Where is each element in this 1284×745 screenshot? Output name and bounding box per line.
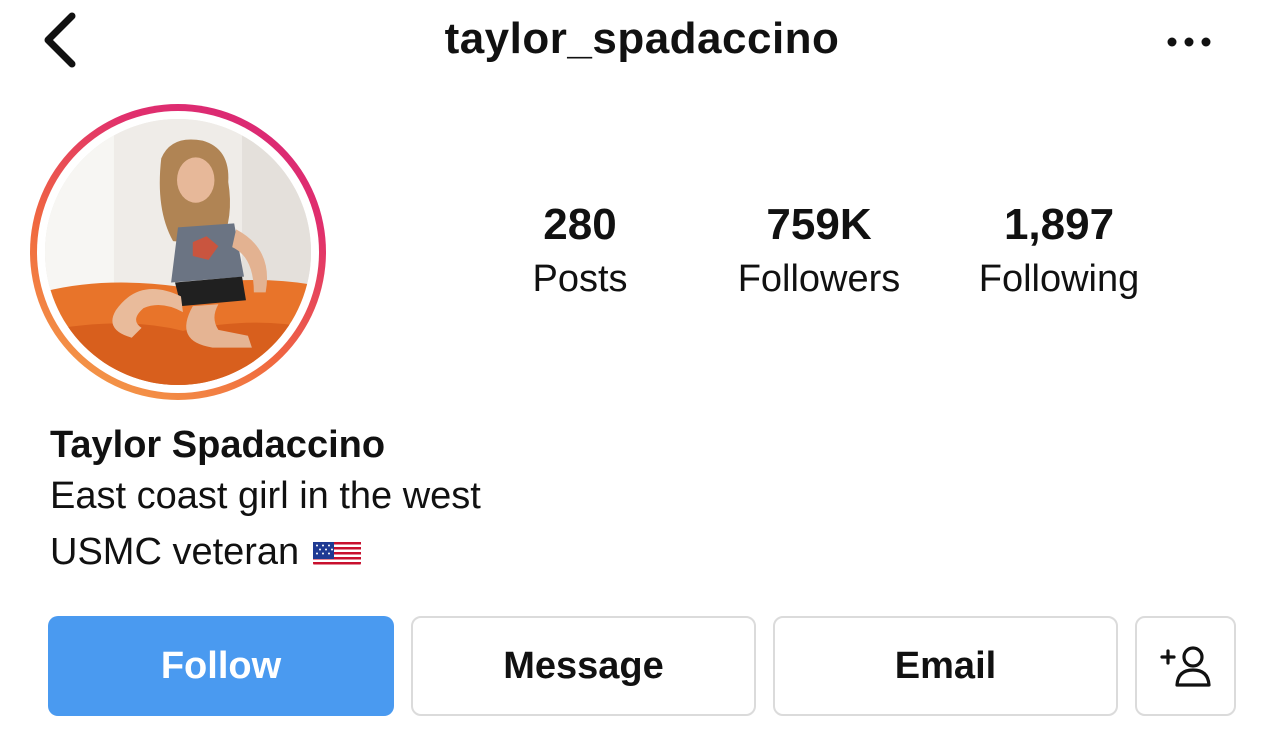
following-label: Following [978, 258, 1140, 300]
posts-count[interactable]: 280 Posts [500, 196, 660, 304]
message-button[interactable]: Message [411, 616, 756, 716]
profile-header: taylor_spadaccino [0, 0, 1284, 82]
avatar-image [45, 119, 311, 385]
following-count[interactable]: 1,897 Following [954, 196, 1164, 304]
email-button[interactable]: Email [773, 616, 1118, 716]
avatar-photo [45, 119, 311, 385]
more-horizontal-icon [1167, 37, 1211, 47]
profile-bio: Taylor Spadaccino East coast girl in the… [50, 422, 481, 580]
avatar[interactable] [30, 104, 326, 400]
us-flag-emoji [313, 534, 362, 566]
followers-value: 759K [766, 200, 872, 249]
bio-line-2-text: USMC veteran [50, 531, 300, 573]
more-options-button[interactable] [1160, 22, 1218, 62]
bio-line-1: East coast girl in the west [50, 475, 481, 517]
posts-label: Posts [532, 258, 628, 300]
following-value: 1,897 [1003, 200, 1115, 249]
add-user-icon [1159, 646, 1211, 687]
bio-line-2: USMC veteran [50, 524, 481, 580]
posts-value: 280 [543, 200, 617, 249]
display-name: Taylor Spadaccino [50, 424, 386, 466]
page-title: taylor_spadaccino [444, 14, 840, 63]
add-user-button[interactable] [1135, 616, 1236, 716]
followers-label: Followers [737, 258, 901, 300]
follow-button[interactable]: Follow [48, 616, 394, 716]
followers-count[interactable]: 759K Followers [708, 196, 930, 304]
